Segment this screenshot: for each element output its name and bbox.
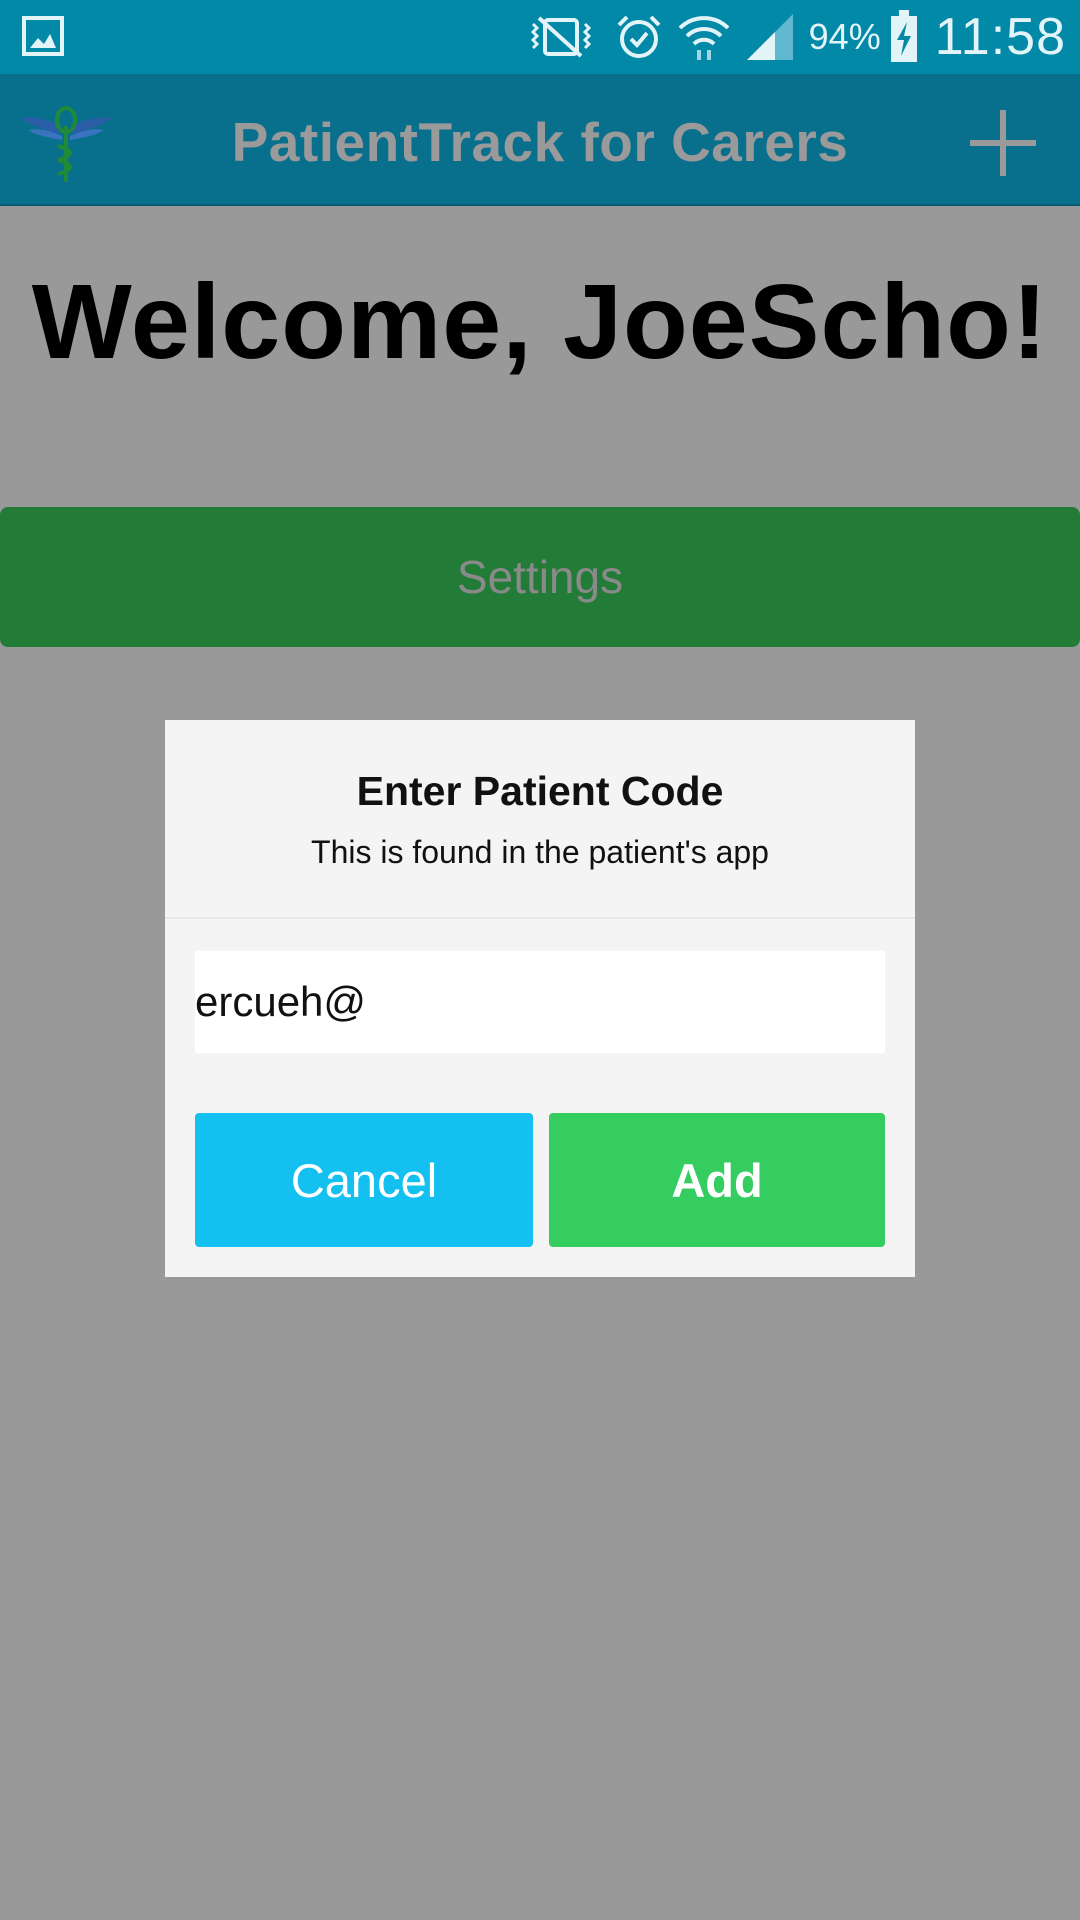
dialog-divider (165, 917, 915, 919)
app-bar: PatientTrack for Carers (0, 74, 1080, 206)
wifi-icon (678, 16, 730, 60)
dialog-subtitle: This is found in the patient's app (311, 834, 769, 870)
welcome-heading: Welcome, JoeScho! (31, 263, 1049, 381)
add-button[interactable]: Add (549, 1113, 885, 1247)
patient-code-input[interactable] (195, 951, 885, 1053)
app-title: PatientTrack for Carers (231, 111, 849, 173)
vibrate-mute-icon (530, 16, 591, 58)
dialog-title: Enter Patient Code (356, 768, 724, 814)
alarm-icon (617, 15, 661, 58)
battery-percentage: 94% (808, 16, 881, 57)
plus-icon[interactable] (970, 110, 1036, 176)
battery-charging-icon (890, 10, 917, 62)
cancel-button[interactable]: Cancel (195, 1113, 533, 1247)
status-icons: 94% 11:58 (529, 0, 1066, 74)
signal-icon (746, 14, 793, 60)
gallery-notification-icon (22, 16, 64, 56)
status-bar: 94% 11:58 (0, 0, 1080, 74)
settings-button[interactable]: Settings (0, 507, 1080, 647)
clock: 11:58 (934, 8, 1066, 66)
enter-patient-code-dialog: Enter Patient Code This is found in the … (165, 720, 915, 1277)
